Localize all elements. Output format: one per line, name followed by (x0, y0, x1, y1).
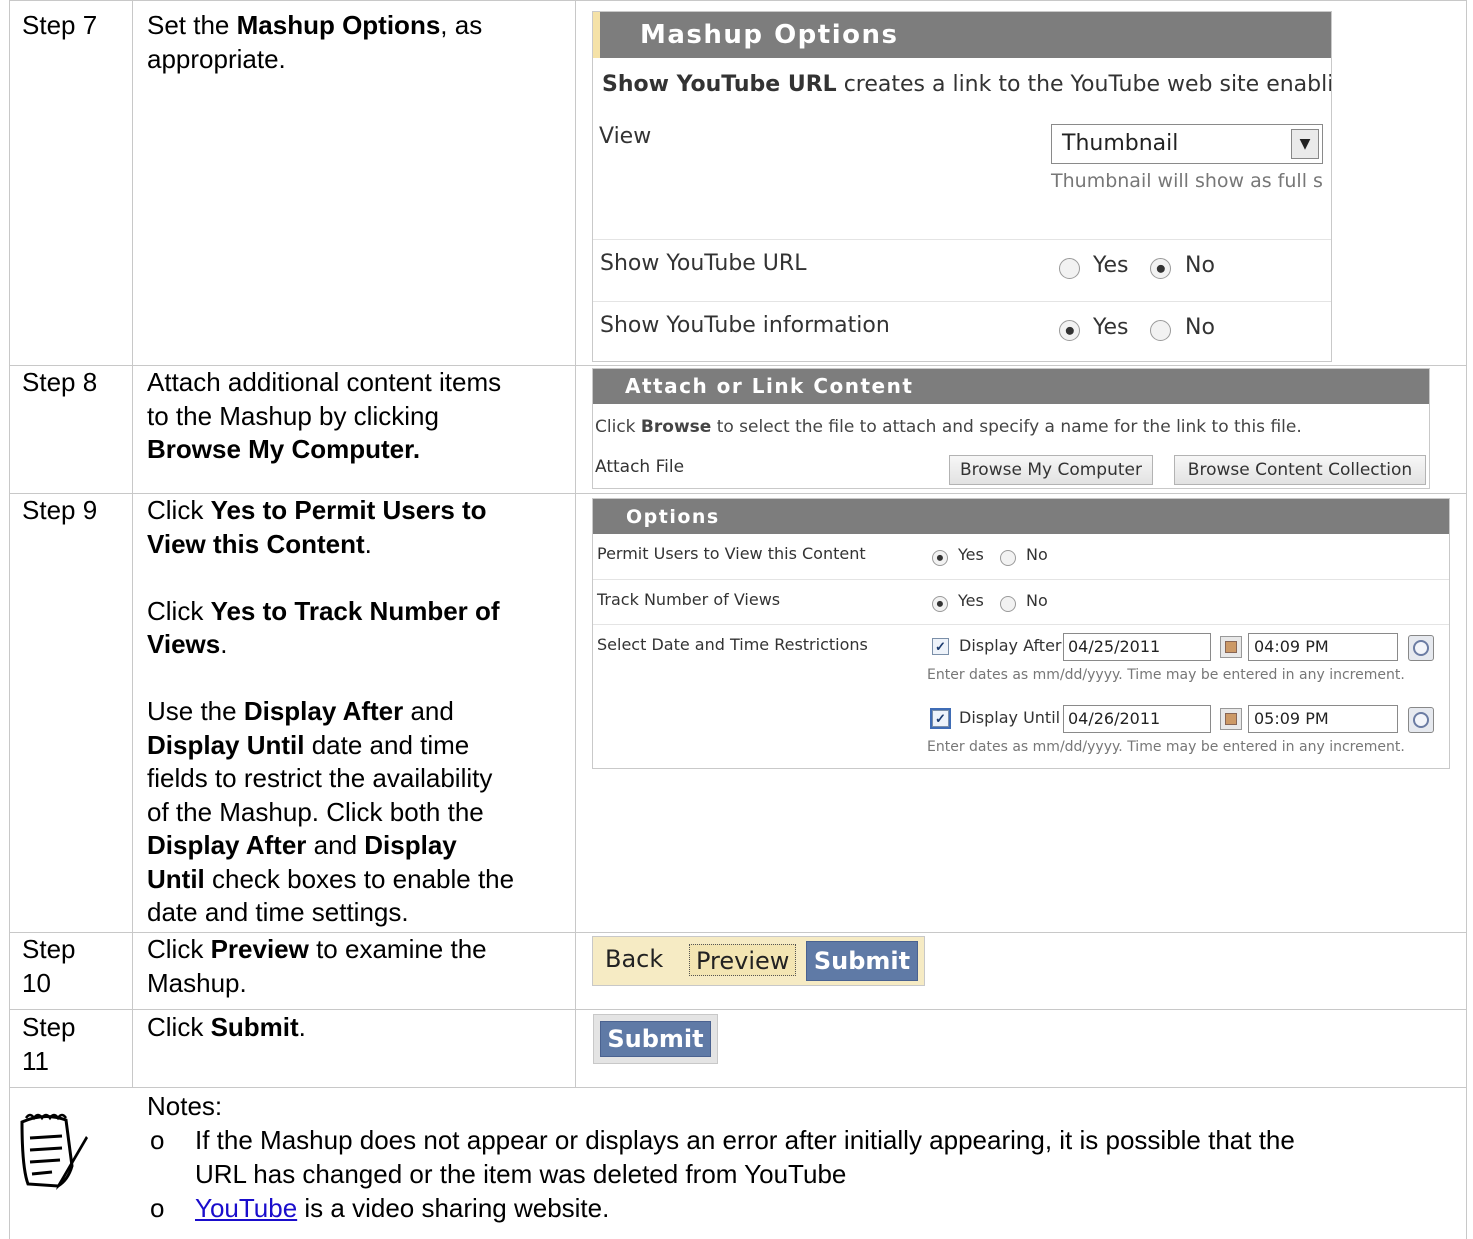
submit-button-bar: Back Preview Submit (592, 936, 925, 986)
show-info-no-label: No (1185, 315, 1215, 340)
step7-description: Set the Mashup Options, as appropriate. (147, 10, 483, 74)
options-title: Options (593, 499, 1449, 534)
chevron-down-icon[interactable]: ▼ (1291, 129, 1319, 159)
note-item: If the Mashup does not appear or display… (195, 1125, 1295, 1189)
table-col-divider-2 (575, 0, 576, 1088)
display-until-checkbox[interactable]: ✓ (930, 708, 951, 729)
step-label-line: Step (22, 1012, 76, 1042)
calendar-icon[interactable] (1220, 708, 1242, 730)
track-no-radio[interactable] (1000, 596, 1016, 612)
browse-my-computer-button[interactable]: Browse My Computer (949, 455, 1153, 485)
submit-button-frame: Submit (593, 1014, 718, 1064)
show-url-yes-label: Yes (1093, 253, 1129, 278)
notes-heading: Notes: (147, 1091, 223, 1121)
date-hint: Enter dates as mm/dd/yyyy. Time may be e… (927, 739, 1405, 755)
track-yes-radio[interactable] (932, 596, 948, 612)
attach-file-label: Attach File (595, 457, 685, 477)
preview-button[interactable]: Preview (689, 944, 797, 976)
step-label: Step 10 (22, 933, 76, 1000)
table-border-right (1466, 0, 1467, 1239)
track-views-label: Track Number of Views (597, 590, 781, 609)
permit-label: Permit Users to View this Content (597, 544, 866, 563)
display-until-time-input[interactable]: 05:09 PM (1248, 705, 1398, 733)
display-after-label: Display After (959, 636, 1062, 655)
row-divider (593, 239, 1331, 240)
view-hint: Thumbnail will show as full s (1051, 170, 1323, 192)
list-bullet: o (150, 1193, 165, 1223)
track-no-label: No (1026, 591, 1048, 610)
options-panel: Options Permit Users to View this Conten… (592, 498, 1450, 769)
step11-description: Click Submit. (147, 1012, 306, 1042)
youtube-link[interactable]: YouTube (195, 1193, 297, 1223)
show-info-yes-radio[interactable] (1059, 320, 1080, 341)
date-hint: Enter dates as mm/dd/yyyy. Time may be e… (927, 667, 1405, 683)
list-bullet: o (150, 1125, 165, 1155)
mashup-options-panel: Mashup Options Show YouTube URL creates … (592, 11, 1332, 362)
row-divider (593, 579, 1449, 580)
browse-content-collection-button[interactable]: Browse Content Collection (1174, 455, 1426, 485)
display-until-date-input[interactable]: 04/26/2011 (1063, 705, 1211, 733)
display-after-date-input[interactable]: 04/25/2011 (1063, 633, 1211, 661)
row-divider (593, 301, 1331, 302)
view-select-value: Thumbnail (1062, 131, 1179, 156)
mashup-options-title: Mashup Options (593, 12, 1331, 58)
step-label: Step 9 (22, 495, 98, 525)
display-after-time-input[interactable]: 04:09 PM (1248, 633, 1398, 661)
clock-icon[interactable] (1408, 707, 1434, 733)
date-restrictions-label: Select Date and Time Restrictions (597, 635, 868, 654)
show-url-no-radio[interactable] (1150, 258, 1171, 279)
permit-yes-radio[interactable] (932, 550, 948, 566)
attach-content-panel: Attach or Link Content Click Browse to s… (592, 368, 1430, 489)
step-label-line: 11 (22, 1045, 49, 1076)
step-label: Step 11 (22, 1011, 76, 1078)
permit-no-radio[interactable] (1000, 550, 1016, 566)
step-label: Step 8 (22, 367, 98, 397)
view-label: View (599, 124, 652, 149)
display-until-label: Display Until (959, 708, 1061, 727)
show-url-no-label: No (1185, 253, 1215, 278)
notepad-icon (14, 1108, 94, 1190)
table-row-top (9, 0, 1467, 1)
view-select[interactable]: Thumbnail ▼ (1051, 124, 1323, 164)
show-url-label: Show YouTube URL (600, 251, 807, 276)
step-label-line: 10 (22, 967, 51, 998)
back-button[interactable]: Back (605, 945, 663, 973)
show-info-yes-label: Yes (1093, 315, 1129, 340)
permit-yes-label: Yes (958, 545, 984, 564)
clock-icon[interactable] (1408, 635, 1434, 661)
show-info-label: Show YouTube information (600, 313, 890, 338)
table-row-divider (9, 1009, 1467, 1010)
submit-button[interactable]: Submit (600, 1021, 711, 1057)
note-text: is a video sharing website. (297, 1193, 610, 1223)
row-divider (593, 624, 1449, 625)
show-url-yes-radio[interactable] (1059, 258, 1080, 279)
attach-content-title: Attach or Link Content (593, 369, 1429, 404)
step-label: Step 7 (22, 10, 98, 40)
step8-description: Attach additional content items to the M… (147, 367, 502, 464)
calendar-icon[interactable] (1220, 636, 1242, 658)
attach-description: Click Browse to select the file to attac… (595, 417, 1302, 437)
track-yes-label: Yes (958, 591, 984, 610)
table-border-left (9, 0, 10, 1239)
step10-description: Click Preview to examine the Mashup. (147, 934, 487, 998)
permit-no-label: No (1026, 545, 1048, 564)
show-info-no-radio[interactable] (1150, 320, 1171, 341)
mashup-options-description: Show YouTube URL creates a link to the Y… (602, 72, 1332, 97)
table-row-divider (9, 1087, 1467, 1088)
note-item: YouTube is a video sharing website. (195, 1192, 609, 1226)
display-after-checkbox[interactable]: ✓ (932, 638, 949, 655)
table-col-divider-1 (132, 0, 133, 1088)
submit-button[interactable]: Submit (806, 941, 918, 981)
step-label-line: Step (22, 934, 76, 964)
step9-description: Click Yes to Permit Users to View this C… (147, 495, 515, 927)
